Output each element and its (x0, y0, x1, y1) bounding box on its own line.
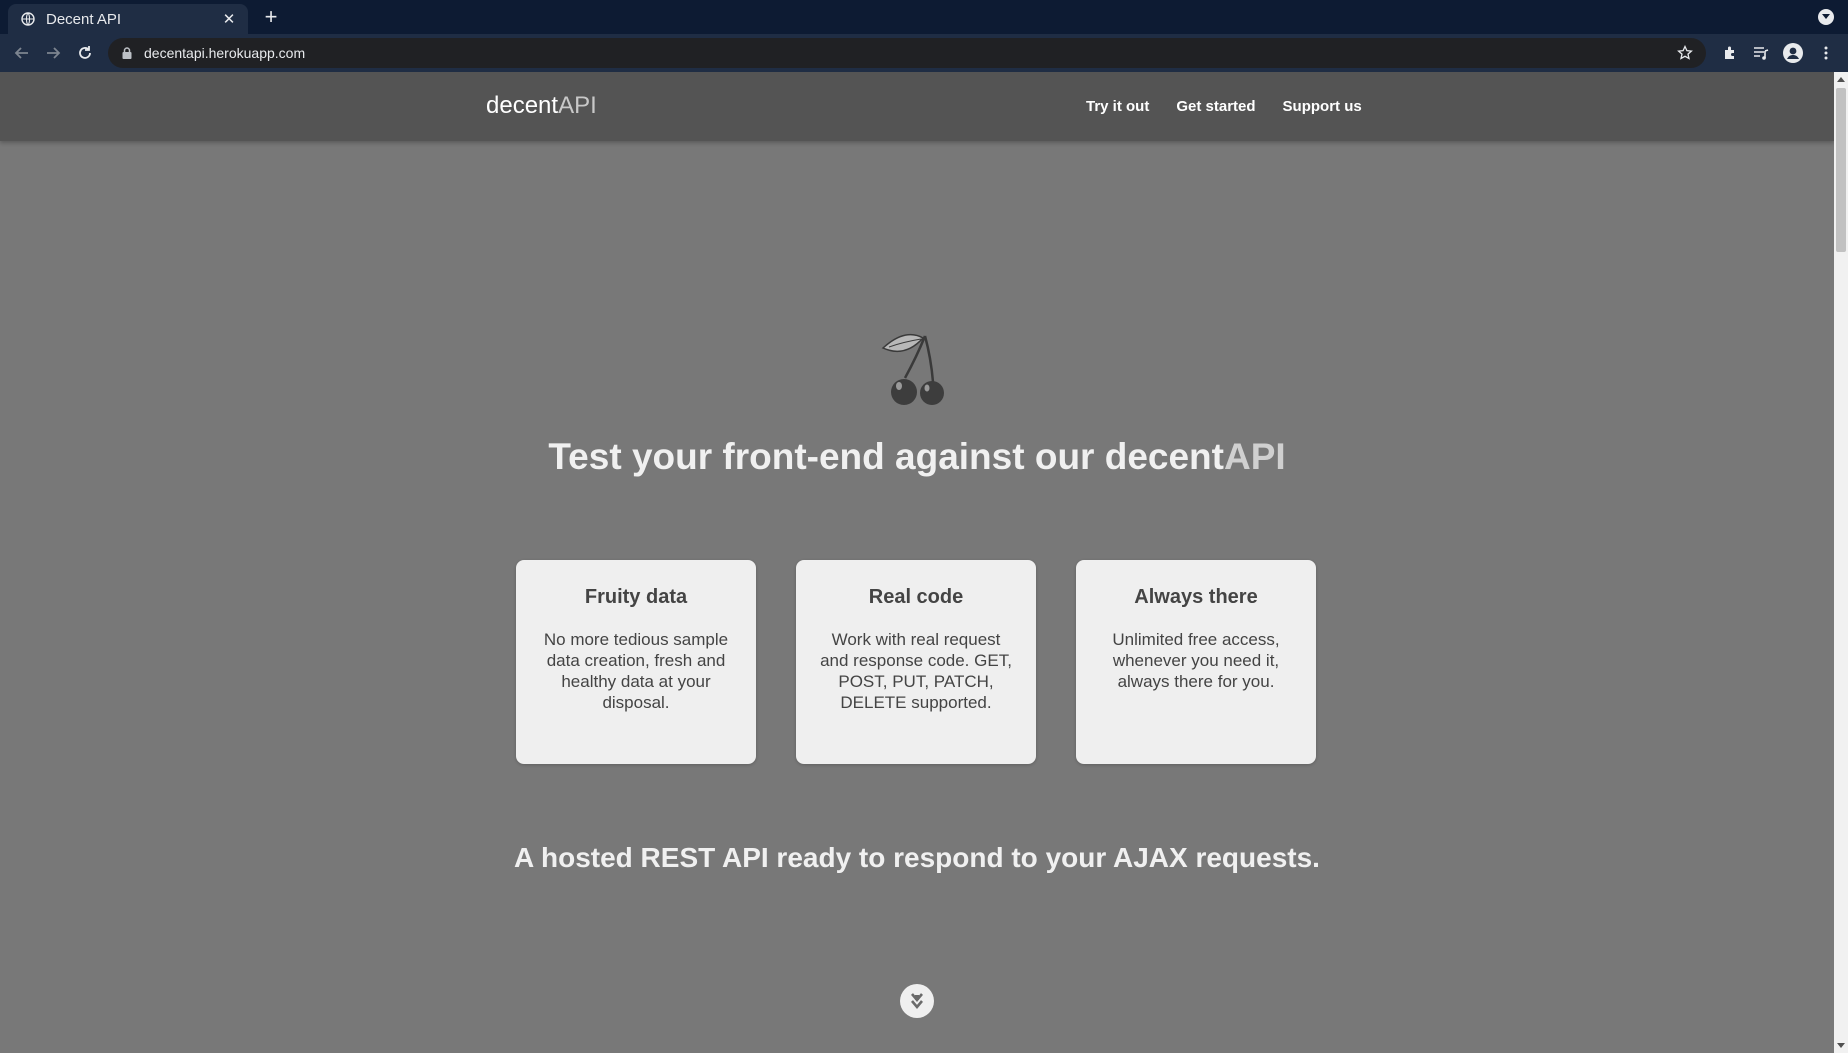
browser-menu-icon[interactable] (1816, 43, 1836, 63)
nav-support-us[interactable]: Support us (1283, 98, 1362, 115)
card-body: Unlimited free access, whenever you need… (1112, 630, 1280, 691)
card-body: No more tedious sample data creation, fr… (543, 630, 729, 712)
nav-get-started[interactable]: Get started (1176, 98, 1255, 115)
globe-icon (20, 11, 36, 27)
card-title: Fruity data (584, 586, 688, 608)
scroll-up-arrow-icon[interactable] (1837, 77, 1845, 82)
address-bar[interactable]: decentapi.herokuapp.com (108, 38, 1706, 68)
brand-logo[interactable]: decentAPI (486, 92, 597, 120)
site-nav-links: Try it out Get started Support us (1086, 98, 1362, 115)
scroll-down-arrow-icon[interactable] (1837, 1043, 1845, 1048)
forward-arrow-icon[interactable] (43, 43, 63, 63)
tagline: A hosted REST API ready to respond to yo… (514, 842, 1320, 873)
media-queue-icon[interactable] (1751, 43, 1771, 63)
tab-close-icon[interactable]: ✕ (220, 10, 238, 28)
double-chevron-down-icon (911, 993, 923, 1010)
hero-title-main: Test your front-end against our decent (548, 436, 1224, 477)
profile-avatar-icon[interactable] (1783, 43, 1803, 63)
site-navbar: decentAPI Try it out Get started Support… (0, 72, 1834, 141)
browser-tabstrip: Decent API ✕ + (0, 0, 1848, 34)
cherry-icon (875, 326, 955, 406)
tab-search-icon[interactable] (1818, 9, 1834, 25)
page-viewport: decentAPI Try it out Get started Support… (0, 72, 1834, 1053)
brand-accent: API (558, 92, 597, 119)
reload-icon[interactable] (75, 43, 95, 63)
nav-try-it-out[interactable]: Try it out (1086, 98, 1149, 115)
feature-card-real-code: Real code Work with real request and res… (796, 560, 1036, 764)
hero-title: Test your front-end against our decentAP… (0, 436, 1834, 478)
hero-title-accent: API (1223, 436, 1286, 477)
card-body: Work with real request and response code… (820, 630, 1012, 712)
scroll-down-button[interactable] (900, 984, 934, 1018)
new-tab-button[interactable]: + (260, 6, 282, 28)
tab-title: Decent API (46, 10, 122, 28)
card-title: Real code (868, 586, 964, 608)
browser-toolbar: decentapi.herokuapp.com (0, 34, 1848, 72)
feature-card-fruity-data: Fruity data No more tedious sample data … (516, 560, 756, 764)
card-title: Always there (1134, 586, 1258, 608)
brand-main: decent (486, 92, 559, 119)
bookmark-star-icon[interactable] (1676, 44, 1694, 62)
back-arrow-icon[interactable] (12, 43, 32, 63)
extensions-puzzle-icon[interactable] (1720, 43, 1740, 63)
url-text: decentapi.herokuapp.com (144, 45, 306, 61)
feature-cards: Fruity data No more tedious sample data … (516, 560, 1316, 764)
feature-card-always-there: Always there Unlimited free access, when… (1076, 560, 1316, 764)
browser-tab[interactable]: Decent API ✕ (8, 4, 248, 34)
scrollbar-thumb[interactable] (1836, 88, 1846, 252)
page-scrollbar[interactable] (1834, 72, 1848, 1053)
lock-icon (120, 46, 134, 60)
